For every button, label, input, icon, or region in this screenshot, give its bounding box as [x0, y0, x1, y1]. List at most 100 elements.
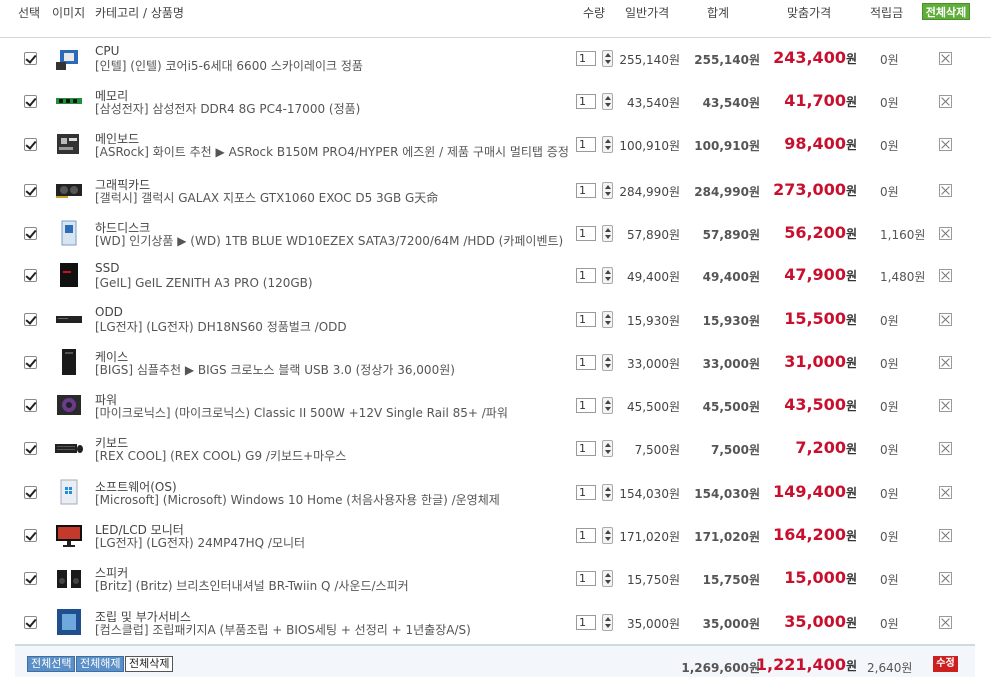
remove-item-button[interactable] [939, 138, 952, 151]
item-points: 0원 [880, 487, 899, 501]
quantity-input[interactable]: 1 [576, 355, 596, 370]
deselect-all-button[interactable]: 전체해제 [76, 656, 125, 672]
monitor-icon [54, 521, 84, 549]
quantity-spinner[interactable] [602, 136, 613, 153]
quantity-spinner[interactable] [602, 484, 613, 501]
item-fit-value: 243,400 [773, 48, 846, 67]
quantity-input[interactable]: 1 [576, 398, 596, 413]
item-fit-value: 31,000 [784, 352, 846, 371]
quantity-spinner[interactable] [602, 527, 613, 544]
item-normal-price: 171,020원 [619, 530, 680, 544]
item-fit-value: 35,000 [784, 612, 846, 631]
item-checkbox[interactable] [24, 399, 37, 412]
quantity-spinner[interactable] [602, 440, 613, 457]
item-fit-value: 98,400 [784, 134, 846, 153]
remove-item-button[interactable] [939, 227, 952, 240]
quantity-input[interactable]: 1 [576, 137, 596, 152]
quantity-input[interactable]: 1 [576, 51, 596, 66]
delete-all-button-top[interactable]: 전체삭제 [922, 3, 970, 20]
item-normal-price: 154,030원 [619, 487, 680, 501]
remove-item-button[interactable] [939, 95, 952, 108]
item-fit-value: 273,000 [773, 180, 846, 199]
remove-item-button[interactable] [939, 486, 952, 499]
quantity-spinner[interactable] [602, 397, 613, 414]
item-product-name[interactable]: [마이크로닉스] (마이크로닉스) Classic II 500W +12V S… [95, 406, 570, 420]
item-product-name[interactable]: [삼성전자] 삼성전자 DDR4 8G PC4-17000 (정품) [95, 102, 570, 116]
item-checkbox[interactable] [24, 52, 37, 65]
delete-all-button-bottom[interactable]: 전체삭제 [125, 656, 174, 672]
quantity-spinner[interactable] [602, 182, 613, 199]
item-product-name[interactable]: [갤럭시] 갤럭시 GALAX 지포스 GTX1060 EXOC D5 3GB … [95, 191, 570, 205]
item-checkbox[interactable] [24, 227, 37, 240]
item-product-name[interactable]: [인텔] (인텔) 코어i5-6세대 6600 스카이레이크 정품 [95, 59, 570, 73]
quantity-spinner[interactable] [602, 93, 613, 110]
quantity-input[interactable]: 1 [576, 183, 596, 198]
remove-item-button[interactable] [939, 356, 952, 369]
quantity-spinner[interactable] [602, 267, 613, 284]
remove-item-button[interactable] [939, 442, 952, 455]
edit-button[interactable]: 수정 [933, 656, 958, 672]
header-category-product: 카테고리 / 상품명 [95, 6, 184, 20]
item-fit-unit: 원 [845, 227, 857, 241]
quantity-input[interactable]: 1 [576, 571, 596, 586]
item-product-name[interactable]: [LG전자] (LG전자) 24MP47HQ /모니터 [95, 536, 570, 550]
item-product-name[interactable]: [WD] 인기상품 ▶ (WD) 1TB BLUE WD10EZEX SATA3… [95, 234, 570, 248]
item-points: 0원 [880, 443, 899, 457]
item-points: 1,480원 [880, 270, 926, 284]
item-checkbox[interactable] [24, 138, 37, 151]
item-sum-price: 100,910원 [694, 139, 760, 153]
item-checkbox[interactable] [24, 184, 37, 197]
quantity-input[interactable]: 1 [576, 94, 596, 109]
quantity-input[interactable]: 1 [576, 615, 596, 630]
remove-item-button[interactable] [939, 313, 952, 326]
item-checkbox[interactable] [24, 313, 37, 326]
item-fit-unit: 원 [845, 356, 857, 370]
quantity-spinner[interactable] [602, 570, 613, 587]
item-checkbox[interactable] [24, 269, 37, 282]
quantity-input[interactable]: 1 [576, 441, 596, 456]
item-fit-price: 273,000원 [773, 180, 857, 199]
quantity-input[interactable]: 1 [576, 528, 596, 543]
item-fit-unit: 원 [845, 572, 857, 586]
quantity-input[interactable]: 1 [576, 485, 596, 500]
item-normal-price: 57,890원 [626, 228, 680, 242]
item-fit-value: 15,500 [784, 309, 846, 328]
quantity-spinner[interactable] [602, 225, 613, 242]
item-product-name[interactable]: [GeIL] GeIL ZENITH A3 PRO (120GB) [95, 276, 570, 290]
quantity-spinner[interactable] [602, 614, 613, 631]
remove-item-button[interactable] [939, 572, 952, 585]
remove-item-button[interactable] [939, 269, 952, 282]
item-checkbox[interactable] [24, 529, 37, 542]
remove-item-button[interactable] [939, 616, 952, 629]
item-product-name[interactable]: [Microsoft] (Microsoft) Windows 10 Home … [95, 493, 570, 507]
item-product-name[interactable]: [LG전자] (LG전자) DH18NS60 정품벌크 /ODD [95, 320, 570, 334]
item-checkbox[interactable] [24, 356, 37, 369]
quantity-input[interactable]: 1 [576, 268, 596, 283]
windows-box-icon [54, 478, 84, 506]
item-checkbox[interactable] [24, 616, 37, 629]
item-checkbox[interactable] [24, 95, 37, 108]
remove-item-button[interactable] [939, 399, 952, 412]
remove-item-button[interactable] [939, 184, 952, 197]
item-checkbox[interactable] [24, 442, 37, 455]
item-sum-price: 171,020원 [694, 530, 760, 544]
item-checkbox[interactable] [24, 572, 37, 585]
quantity-spinner[interactable] [602, 354, 613, 371]
item-fit-unit: 원 [845, 529, 857, 543]
quantity-input[interactable]: 1 [576, 226, 596, 241]
item-product-name[interactable]: [BIGS] 심플추천 ▶ BIGS 크로노스 블랙 USB 3.0 (정상가 … [95, 363, 570, 377]
remove-item-button[interactable] [939, 52, 952, 65]
item-product-name[interactable]: [컴스클럽] 조립패키지A (부품조립 + BIOS세팅 + 선정리 + 1년출… [95, 623, 570, 637]
select-all-button[interactable]: 전체선택 [27, 656, 76, 672]
quantity-spinner[interactable] [602, 311, 613, 328]
item-fit-price: 243,400원 [773, 48, 857, 67]
item-product-name[interactable]: [REX COOL] (REX COOL) G9 /키보드+마우스 [95, 449, 570, 463]
item-product-name[interactable]: [ASRock] 화이트 추천 ▶ ASRock B150M PRO4/HYPE… [95, 145, 570, 159]
item-checkbox[interactable] [24, 486, 37, 499]
remove-item-button[interactable] [939, 529, 952, 542]
cart-item-row: ODD [LG전자] (LG전자) DH18NS60 정품벌크 /ODD 1 1… [15, 305, 975, 355]
item-fit-value: 164,200 [773, 525, 846, 544]
quantity-input[interactable]: 1 [576, 312, 596, 327]
quantity-spinner[interactable] [602, 50, 613, 67]
item-product-name[interactable]: [Britz] (Britz) 브리츠인터내셔널 BR-Twiin Q /사운드… [95, 579, 570, 593]
